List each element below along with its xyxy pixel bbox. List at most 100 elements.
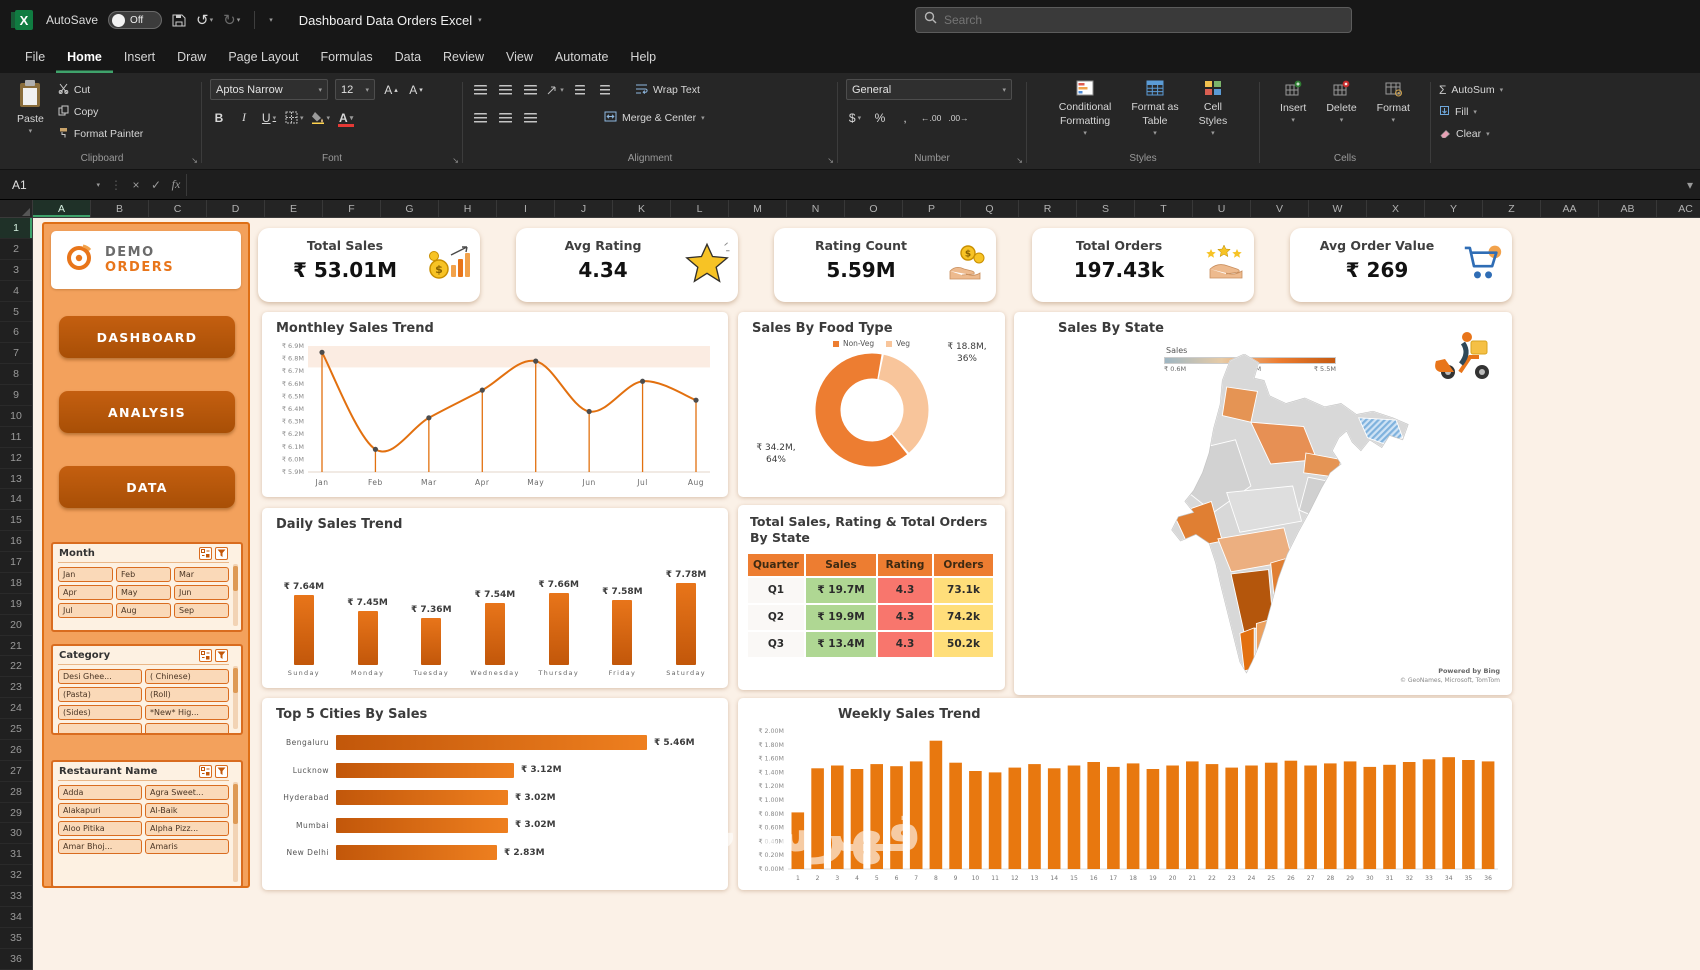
menu-tab-page-layout[interactable]: Page Layout <box>217 42 309 73</box>
column-header-i[interactable]: I <box>497 200 555 217</box>
paste-button[interactable]: Paste ▾ <box>11 78 50 138</box>
slicer-item-agra-sweet[interactable]: Agra Sweet... <box>145 785 229 800</box>
align-left-icon[interactable] <box>471 108 489 128</box>
increase-font-icon[interactable]: A ▴ <box>382 80 400 100</box>
select-all-corner[interactable] <box>0 200 33 218</box>
slicer-item-sides[interactable]: (Sides) <box>58 705 142 720</box>
decrease-font-icon[interactable]: A ▾ <box>407 80 425 100</box>
copy-button[interactable]: Copy <box>58 102 143 121</box>
search-input[interactable] <box>944 13 1343 27</box>
accounting-format-button[interactable]: $ ▾ <box>846 108 864 128</box>
delete-cells-button[interactable]: Delete ▾ <box>1320 78 1362 127</box>
food-type-panel[interactable]: Sales By Food Type Non-Veg Veg ₹ 18.8M, 3… <box>738 312 1005 497</box>
fill-button[interactable]: Fill ▾ <box>1439 102 1503 121</box>
slicer-clear-filter-icon[interactable] <box>215 547 228 560</box>
slicer-item-jul[interactable]: Jul <box>58 603 113 618</box>
slicer-item-amaris[interactable]: Amaris <box>145 839 229 854</box>
row-header-35[interactable]: 35 <box>0 928 32 949</box>
row-header-14[interactable]: 14 <box>0 489 32 511</box>
top-cities-bar-chart[interactable]: Bengaluru ₹ 5.46M Lucknow ₹ 3.12M Hyderabad ₹… <box>262 729 728 867</box>
slicer-item-al-baik[interactable]: Al-Baik <box>145 803 229 818</box>
confirm-entry-icon[interactable]: ✓ <box>146 178 166 192</box>
quarter-summary-panel[interactable]: Total Sales, Rating & Total Orders By St… <box>738 505 1005 690</box>
bold-button[interactable]: B <box>210 108 228 128</box>
food-type-donut-chart[interactable] <box>738 350 1005 494</box>
city-bar-lucknow[interactable]: Lucknow ₹ 3.12M <box>274 757 716 785</box>
row-header-25[interactable]: 25 <box>0 719 32 740</box>
slicer-item-may[interactable]: May <box>116 585 171 600</box>
align-bottom-icon[interactable] <box>521 80 539 100</box>
row-header-36[interactable]: 36 <box>0 949 32 970</box>
row-header-3[interactable]: 3 <box>0 260 32 281</box>
row-header-21[interactable]: 21 <box>0 636 32 657</box>
row-header-34[interactable]: 34 <box>0 907 32 928</box>
row-header-31[interactable]: 31 <box>0 844 32 866</box>
kpi-card-avg-rating[interactable]: Avg Rating 4.34 <box>516 228 738 302</box>
kpi-card-total-orders[interactable]: Total Orders 197.43k <box>1032 228 1254 302</box>
column-header-u[interactable]: U <box>1193 200 1251 217</box>
column-header-c[interactable]: C <box>149 200 207 217</box>
monthly-sales-trend-panel[interactable]: Monthley Sales Trend ₹ 5.9M ₹ 6.0M ₹ 6.1M ₹… <box>262 312 728 497</box>
row-header-18[interactable]: 18 <box>0 573 32 594</box>
column-header-q[interactable]: Q <box>961 200 1019 217</box>
row-header-24[interactable]: 24 <box>0 698 32 719</box>
clear-button[interactable]: Clear ▾ <box>1439 124 1503 143</box>
column-header-h[interactable]: H <box>439 200 497 217</box>
redo-button[interactable]: ↻ ▾ <box>223 11 240 29</box>
column-header-n[interactable]: N <box>787 200 845 217</box>
column-header-m[interactable]: M <box>729 200 787 217</box>
row-header-2[interactable]: 2 <box>0 239 32 260</box>
slicer-item-mar[interactable]: Mar <box>174 567 229 582</box>
column-header-x[interactable]: X <box>1367 200 1425 217</box>
slicer-item-sep[interactable]: Sep <box>174 603 229 618</box>
row-header-12[interactable]: 12 <box>0 448 32 469</box>
menu-tab-formulas[interactable]: Formulas <box>310 42 384 73</box>
menu-tab-draw[interactable]: Draw <box>166 42 217 73</box>
slicer-item-alakapuri[interactable]: Alakapuri <box>58 803 142 818</box>
wrap-text-button[interactable]: Wrap Text <box>635 80 700 99</box>
row-header-20[interactable]: 20 <box>0 615 32 636</box>
row-header-4[interactable]: 4 <box>0 281 32 302</box>
row-header-30[interactable]: 30 <box>0 823 32 845</box>
column-header-z[interactable]: Z <box>1483 200 1541 217</box>
align-center-icon[interactable] <box>496 108 514 128</box>
align-middle-icon[interactable] <box>496 80 514 100</box>
row-header-8[interactable]: 8 <box>0 364 32 385</box>
column-header-aa[interactable]: AA <box>1541 200 1599 217</box>
menu-tab-home[interactable]: Home <box>56 42 113 73</box>
slicer-item-chinese[interactable]: ( Chinese) <box>145 669 229 684</box>
align-right-icon[interactable] <box>521 108 539 128</box>
orientation-button[interactable]: ▾ <box>546 80 564 100</box>
search-box[interactable] <box>915 7 1352 33</box>
row-header-5[interactable]: 5 <box>0 302 32 323</box>
column-header-k[interactable]: K <box>613 200 671 217</box>
slicer-clear-filter-icon[interactable] <box>215 765 228 778</box>
kpi-card-rating-count[interactable]: Rating Count 5.59M $ <box>774 228 996 302</box>
slicer-item-jan[interactable]: Jan <box>58 567 113 582</box>
column-header-r[interactable]: R <box>1019 200 1077 217</box>
weekly-sales-bar-chart[interactable]: ₹ 0.00M ₹ 0.20M ₹ 0.40M ₹ 0.60M ₹ 0.80M ₹ 1.0… <box>738 725 1512 887</box>
decrease-indent-icon[interactable] <box>571 80 589 100</box>
row-header-9[interactable]: 9 <box>0 385 32 406</box>
daily-bar-saturday[interactable]: ₹ 7.78M Saturday <box>660 570 712 677</box>
column-header-j[interactable]: J <box>555 200 613 217</box>
insert-function-icon[interactable]: fx <box>166 177 186 192</box>
menu-tab-automate[interactable]: Automate <box>544 42 620 73</box>
nav-dashboard-button[interactable]: DASHBOARD <box>59 316 235 358</box>
save-button[interactable] <box>172 13 186 27</box>
row-header-15[interactable]: 15 <box>0 510 32 532</box>
slicer-scrollbar[interactable] <box>233 666 238 729</box>
expand-formula-bar-icon[interactable]: ▾ <box>1680 178 1700 192</box>
formula-input[interactable] <box>186 173 1672 196</box>
slicer-item-amar-bhoj[interactable]: Amar Bhoj... <box>58 839 142 854</box>
column-header-p[interactable]: P <box>903 200 961 217</box>
daily-sales-trend-panel[interactable]: Daily Sales Trend ₹ 7.64M Sunday ₹ 7.45M Mo… <box>262 508 728 688</box>
row-header-16[interactable]: 16 <box>0 531 32 552</box>
daily-sales-bar-chart[interactable]: ₹ 7.64M Sunday ₹ 7.45M Monday ₹ 7.36M Tuesday… <box>262 535 728 677</box>
column-header-g[interactable]: G <box>381 200 439 217</box>
column-header-d[interactable]: D <box>207 200 265 217</box>
slicer-item-feb[interactable]: Feb <box>116 567 171 582</box>
row-header-13[interactable]: 13 <box>0 469 32 490</box>
document-title[interactable]: Dashboard Data Orders Excel ▾ <box>299 13 482 28</box>
italic-button[interactable]: I <box>235 108 253 128</box>
